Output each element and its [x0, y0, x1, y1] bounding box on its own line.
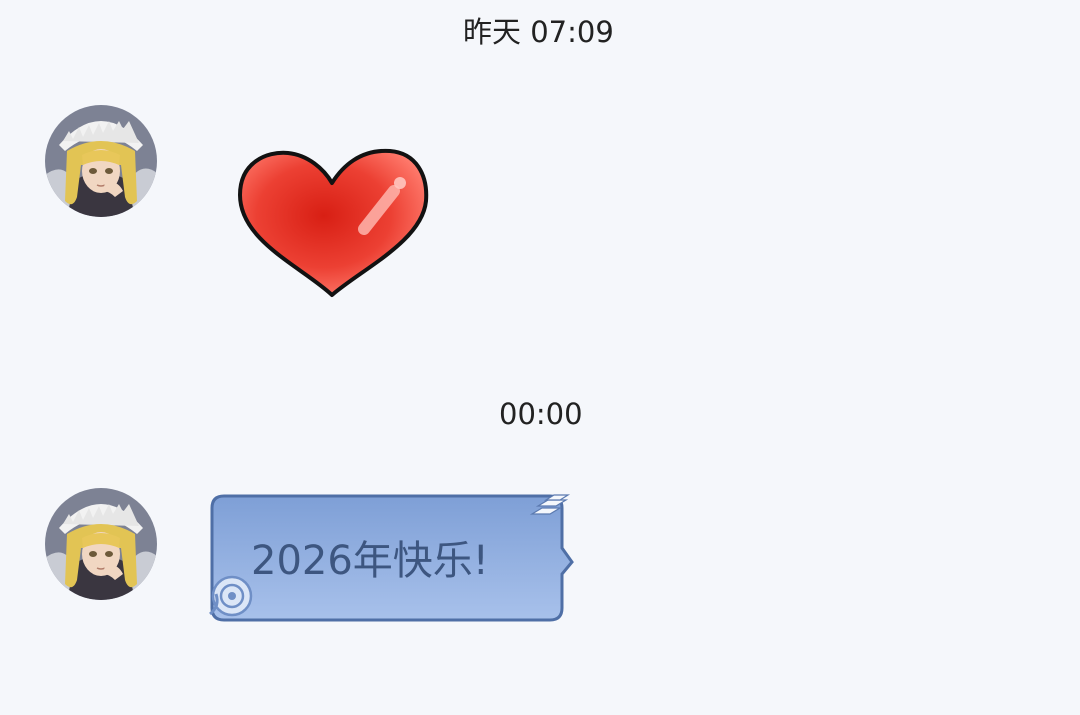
sender-avatar[interactable] [45, 488, 157, 600]
message-bubble[interactable]: 2026年快乐! [206, 490, 578, 626]
message-timestamp: 00:00 [499, 397, 583, 431]
message-text: 2026年快乐! [251, 538, 489, 584]
message-timestamp: 昨天 07:09 [463, 15, 614, 49]
heart-sticker[interactable] [232, 145, 432, 305]
red-heart-icon [238, 148, 429, 297]
sender-avatar[interactable] [45, 105, 157, 217]
